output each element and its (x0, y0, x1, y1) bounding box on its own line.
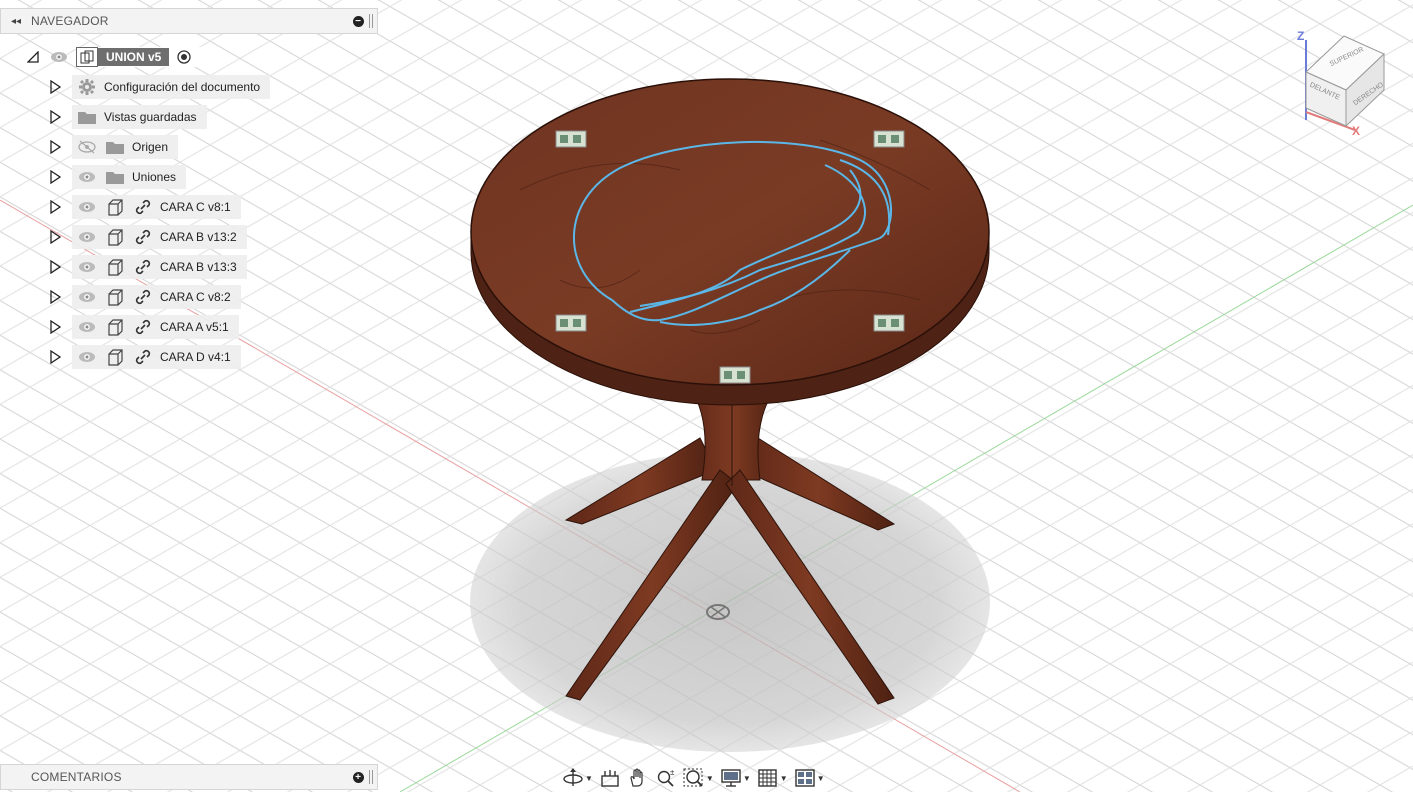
collapsed-triangle-icon[interactable] (48, 164, 62, 190)
navigator-header: ◂◂ NAVEGADOR − (0, 8, 378, 34)
collapsed-triangle-icon[interactable] (48, 74, 62, 100)
comments-header: COMENTARIOS + (0, 764, 378, 790)
root-component-label[interactable]: UNION v5 (98, 48, 170, 66)
grid-caret-icon[interactable]: ▼ (780, 774, 788, 783)
eye-icon[interactable] (76, 317, 98, 337)
tree-row-component[interactable]: CARA D v4:1 (48, 344, 241, 370)
component-icon (104, 347, 126, 367)
fit-icon[interactable]: ▼ (681, 767, 716, 789)
tree-item-label: CARA C v8:2 (160, 290, 231, 304)
expanded-triangle-icon[interactable] (26, 44, 40, 70)
look-at-icon[interactable] (597, 767, 623, 789)
collapsed-triangle-icon[interactable] (48, 134, 62, 160)
component-icon (104, 317, 126, 337)
collapsed-triangle-icon[interactable] (48, 224, 62, 250)
navigator-grip-icon[interactable] (369, 14, 373, 28)
navigator-collapse-icon[interactable]: ◂◂ (1, 16, 31, 27)
activate-radio-icon[interactable] (173, 47, 195, 67)
folder-icon (104, 167, 126, 187)
display-caret-icon[interactable]: ▼ (743, 774, 751, 783)
z-axis-label: Z (1297, 29, 1304, 43)
eye-icon[interactable] (48, 47, 70, 67)
folder-icon (104, 137, 126, 157)
tree-item-label: Uniones (132, 170, 177, 184)
tree-item-label: CARA B v13:3 (160, 260, 237, 274)
link-icon (132, 317, 154, 337)
viewports-caret-icon[interactable]: ▼ (817, 774, 825, 783)
display-settings-icon[interactable]: ▼ (718, 767, 753, 789)
component-icon (104, 197, 126, 217)
tree-row-document-settings[interactable]: Configuración del documento (48, 74, 271, 100)
svg-text:±: ± (670, 768, 675, 777)
tree-item-label: CARA D v4:1 (160, 350, 231, 364)
grid-settings-icon[interactable]: ▼ (755, 767, 790, 789)
x-axis-label: X (1352, 124, 1360, 138)
tree-row-joints[interactable]: Uniones (48, 164, 187, 190)
collapsed-triangle-icon[interactable] (48, 344, 62, 370)
folder-icon (76, 107, 98, 127)
link-icon (132, 257, 154, 277)
component-icon (104, 227, 126, 247)
eye-hidden-icon[interactable] (76, 137, 98, 157)
component-icon (104, 287, 126, 307)
comments-grip-icon[interactable] (369, 770, 373, 784)
eye-icon[interactable] (76, 167, 98, 187)
tree-row-component[interactable]: CARA C v8:2 (48, 284, 241, 310)
tree-item-label: CARA B v13:2 (160, 230, 237, 244)
eye-icon[interactable] (76, 287, 98, 307)
link-icon (132, 227, 154, 247)
tree-row-component[interactable]: CARA B v13:2 (48, 224, 247, 250)
fit-caret-icon[interactable]: ▼ (706, 774, 714, 783)
eye-icon[interactable] (76, 197, 98, 217)
tree-item-label: CARA C v8:1 (160, 200, 231, 214)
tree-row-component[interactable]: CARA A v5:1 (48, 314, 239, 340)
navigator-title: NAVEGADOR (31, 14, 109, 28)
pan-icon[interactable] (625, 767, 651, 789)
assembly-icon (76, 47, 98, 67)
collapsed-triangle-icon[interactable] (48, 194, 62, 220)
navigator-minimize-button[interactable]: − (351, 14, 365, 28)
navigation-toolbar: ▼ ± ▼ ▼ ▼ ▼ (560, 765, 856, 791)
zoom-icon[interactable]: ± (653, 767, 679, 789)
tree-row-root[interactable]: UNION v5 (26, 44, 202, 70)
link-icon (132, 287, 154, 307)
link-icon (132, 347, 154, 367)
tree-row-component[interactable]: CARA C v8:1 (48, 194, 241, 220)
table-top (470, 78, 990, 406)
tree-item-label: CARA A v5:1 (160, 320, 229, 334)
collapsed-triangle-icon[interactable] (48, 284, 62, 310)
gear-icon (76, 77, 98, 97)
link-icon (132, 197, 154, 217)
add-comment-button[interactable]: + (351, 770, 365, 784)
eye-icon[interactable] (76, 347, 98, 367)
tree-row-origin[interactable]: Origen (48, 134, 179, 160)
3d-viewport[interactable]: SUPERIOR DELANTE DERECHO Z X (0, 0, 1413, 792)
collapsed-triangle-icon[interactable] (48, 104, 62, 130)
collapsed-triangle-icon[interactable] (48, 254, 62, 280)
orbit-icon[interactable]: ▼ (560, 767, 595, 789)
table-shadow (470, 452, 990, 752)
tree-item-label: Vistas guardadas (104, 110, 197, 124)
viewports-icon[interactable]: ▼ (792, 767, 827, 789)
tree-item-label: Configuración del documento (104, 80, 261, 94)
eye-icon[interactable] (76, 257, 98, 277)
tree-item-label: Origen (132, 140, 169, 154)
orbit-caret-icon[interactable]: ▼ (585, 774, 593, 783)
tree-row-saved-views[interactable]: Vistas guardadas (48, 104, 207, 130)
collapsed-triangle-icon[interactable] (48, 314, 62, 340)
comments-title: COMENTARIOS (31, 770, 122, 784)
tree-row-component[interactable]: CARA B v13:3 (48, 254, 247, 280)
component-icon (104, 257, 126, 277)
eye-icon[interactable] (76, 227, 98, 247)
